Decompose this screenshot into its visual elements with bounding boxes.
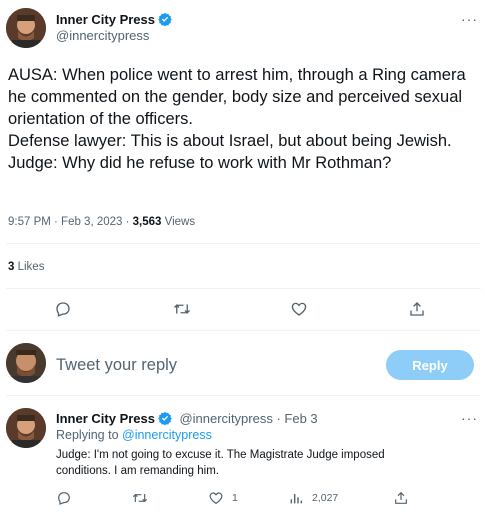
- reply-author-avatar[interactable]: [6, 408, 46, 448]
- reply-more-options-icon[interactable]: ···: [461, 410, 478, 426]
- likes-summary[interactable]: 3 Likes: [8, 261, 44, 273]
- reply-views-icon[interactable]: [288, 490, 304, 506]
- reply-like-count: 1: [232, 492, 238, 504]
- views-label: Views: [161, 216, 196, 228]
- tweet-text: AUSA: When police went to arrest him, th…: [8, 66, 466, 172]
- replying-to-prefix: Replying to: [56, 428, 123, 442]
- share-icon[interactable]: [408, 300, 426, 318]
- divider: [6, 395, 481, 396]
- reply-text: Judge: I'm not going to excuse it. The M…: [56, 449, 385, 477]
- reply-input[interactable]: Tweet your reply: [56, 356, 177, 375]
- author-name[interactable]: Inner City Press: [56, 12, 155, 27]
- divider: [6, 288, 481, 289]
- comment-icon[interactable]: [54, 300, 72, 318]
- reply-author-handle[interactable]: @innercitypress: [179, 411, 272, 426]
- reply-views-count: 2,027: [312, 492, 339, 504]
- tweet-meta: 9:57 PM · Feb 3, 2023 · 3,563 Views: [8, 216, 195, 228]
- replying-to-handle[interactable]: @innercitypress: [122, 428, 212, 442]
- reply-retweet-icon[interactable]: [132, 490, 148, 506]
- reply-share-icon[interactable]: [393, 490, 409, 506]
- divider: [6, 330, 481, 331]
- reply-button[interactable]: Reply: [386, 350, 474, 380]
- retweet-icon[interactable]: [173, 300, 191, 318]
- author-avatar[interactable]: [6, 8, 46, 48]
- author-handle[interactable]: @innercitypress: [56, 28, 149, 43]
- verified-badge-icon: [158, 411, 172, 426]
- more-options-icon[interactable]: ···: [461, 11, 478, 27]
- reply-comment-icon[interactable]: [56, 490, 72, 506]
- reply-author-name[interactable]: Inner City Press: [56, 411, 155, 426]
- author-line: Inner City Press: [56, 11, 172, 29]
- views-count: 3,563: [132, 216, 162, 228]
- heart-icon[interactable]: [290, 300, 308, 318]
- divider: [6, 243, 481, 244]
- replying-to: Replying to @innercitypress: [56, 428, 212, 442]
- tweet-time[interactable]: 9:57 PM · Feb 3, 2023 ·: [8, 216, 133, 228]
- current-user-avatar[interactable]: [6, 343, 46, 383]
- reply-heart-icon[interactable]: [208, 490, 224, 506]
- reply-date[interactable]: · Feb 3: [273, 411, 317, 426]
- likes-label: Likes: [14, 261, 45, 273]
- reply-author-line: Inner City Press @innercitypress · Feb 3: [56, 410, 318, 428]
- verified-badge-icon: [158, 12, 172, 27]
